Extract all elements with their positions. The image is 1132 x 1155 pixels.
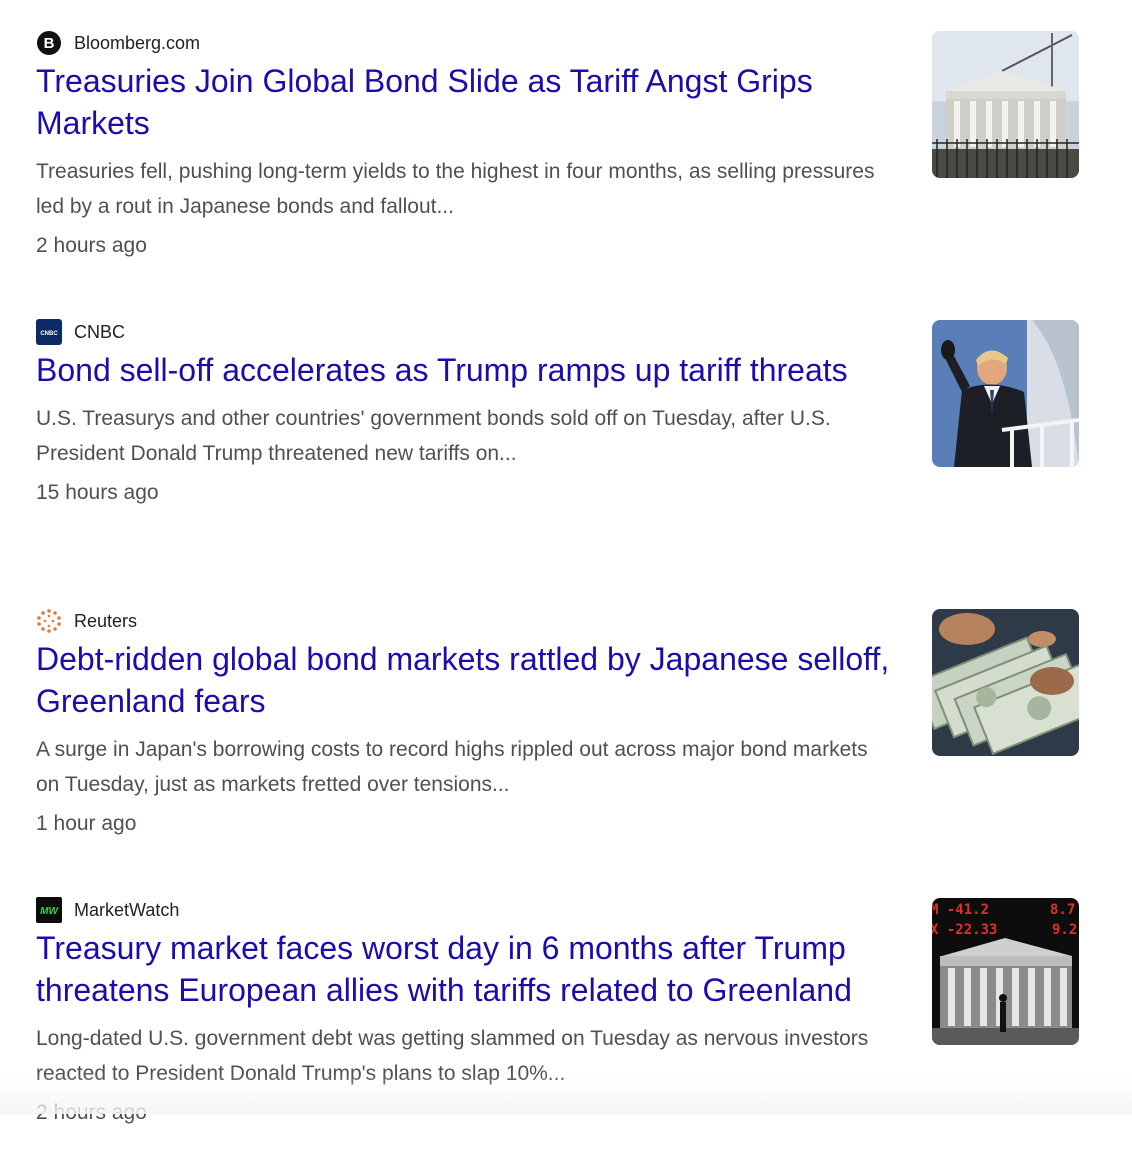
news-result-item: MW MarketWatch Treasury market faces wor… — [36, 895, 1096, 1155]
news-source-name: CNBC — [74, 321, 126, 342]
news-snippet: A surge in Japan's borrowing costs to re… — [36, 738, 868, 796]
trump-waving-thumbnail[interactable] — [932, 320, 1079, 467]
news-result-item: CNBC CNBC Bond sell-off accelerates as T… — [36, 317, 1096, 606]
cnbc-icon: CNBC — [36, 319, 62, 345]
news-source-name: Reuters — [74, 610, 138, 631]
bloomberg-logo-letter: B — [44, 35, 55, 52]
dollar-bills-thumbnail[interactable] — [932, 609, 1079, 756]
news-source[interactable]: MW MarketWatch — [36, 895, 896, 925]
news-source-name: MarketWatch — [74, 899, 180, 920]
marketwatch-icon: MW — [36, 897, 62, 923]
news-timestamp: 15 hours ago — [36, 481, 159, 504]
news-source[interactable]: CNBC CNBC — [36, 317, 896, 347]
ticker-text: X -22.33 — [932, 922, 997, 938]
news-snippet: Long-dated U.S. government debt was gett… — [36, 1027, 869, 1085]
news-headline-link[interactable]: Treasuries Join Global Bond Slide as Tar… — [36, 60, 896, 144]
news-source-name: Bloomberg.com — [74, 32, 201, 53]
news-headline-link[interactable]: Treasury market faces worst day in 6 mon… — [36, 927, 896, 1011]
ticker-text: 8.7 — [1050, 902, 1075, 918]
ticker-text: 9.2 — [1052, 922, 1077, 938]
news-result-item: B Bloomberg.com Treasuries Join Global B… — [36, 28, 1096, 317]
news-headline-link[interactable]: Bond sell-off accelerates as Trump ramps… — [36, 349, 896, 391]
treasury-building-thumbnail[interactable] — [932, 31, 1079, 178]
bloomberg-icon: B — [36, 30, 62, 56]
news-result-text: CNBC CNBC Bond sell-off accelerates as T… — [36, 317, 896, 505]
news-timestamp: 2 hours ago — [36, 234, 147, 257]
news-results-list: B Bloomberg.com Treasuries Join Global B… — [36, 28, 1096, 1155]
news-timestamp: 2 hours ago — [36, 1101, 147, 1124]
stock-ticker-treasury-thumbnail[interactable]: M -41.2 X -22.33 8.7 9.2 — [932, 898, 1079, 1045]
news-headline-link[interactable]: Debt-ridden global bond markets rattled … — [36, 638, 896, 722]
ticker-text: M -41.2 — [932, 902, 989, 918]
news-result-text: Reuters Debt-ridden global bond markets … — [36, 606, 896, 836]
news-snippet: Treasuries fell, pushing long-term yield… — [36, 160, 875, 218]
news-result-text: B Bloomberg.com Treasuries Join Global B… — [36, 28, 896, 258]
news-source[interactable]: B Bloomberg.com — [36, 28, 896, 58]
news-result-item: Reuters Debt-ridden global bond markets … — [36, 606, 1096, 895]
news-timestamp: 1 hour ago — [36, 812, 137, 835]
news-source[interactable]: Reuters — [36, 606, 896, 636]
news-snippet: U.S. Treasurys and other countries' gove… — [36, 407, 831, 465]
marketwatch-logo-text: MW — [40, 906, 59, 917]
cnbc-logo-text: CNBC — [40, 331, 58, 337]
reuters-icon — [36, 608, 62, 634]
news-result-text: MW MarketWatch Treasury market faces wor… — [36, 895, 896, 1125]
